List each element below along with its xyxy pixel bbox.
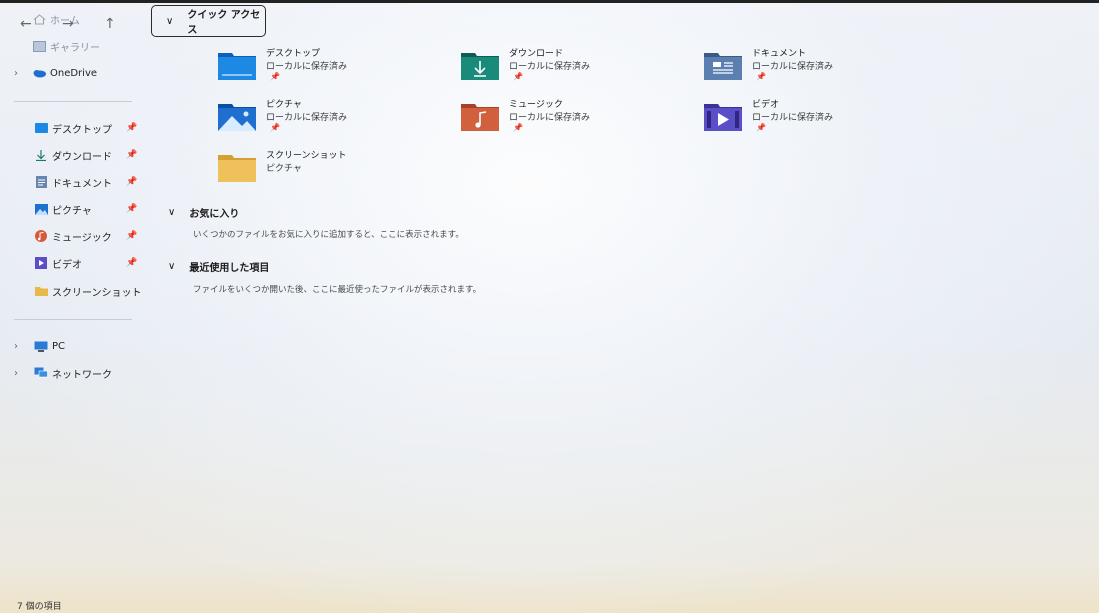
chevron-down-icon[interactable]: ∨	[168, 207, 175, 218]
item-name: スクリーンショット	[266, 151, 347, 161]
sidebar-item-desktop[interactable]: デスクトップ 📌	[34, 117, 137, 139]
sidebar-item-music[interactable]: ミュージック 📌	[34, 225, 137, 247]
status-item-count: 7 個の項目	[17, 602, 62, 612]
music-icon	[34, 230, 48, 242]
quick-access-item-music[interactable]: ミュージック ローカルに保存済み 📌	[461, 97, 681, 142]
item-name: ミュージック	[509, 100, 563, 110]
pin-icon[interactable]: 📌	[126, 150, 137, 160]
sidebar-item-network[interactable]: › ネットワーク	[14, 362, 112, 384]
recent-empty-message: ファイルをいくつか開いた後、ここに最近使ったファイルが表示されます。	[193, 285, 482, 295]
pin-icon: 📌	[756, 123, 766, 132]
pin-icon[interactable]: 📌	[126, 258, 137, 268]
chevron-right-icon[interactable]: ›	[14, 68, 18, 79]
documents-folder-icon	[704, 53, 742, 80]
chevron-down-icon[interactable]: ∨	[168, 261, 175, 272]
favorites-header[interactable]: ∨ お気に入り	[168, 205, 239, 220]
sidebar-item-label: ビデオ	[52, 259, 82, 271]
pin-icon[interactable]: 📌	[126, 204, 137, 214]
sidebar-item-label: デスクトップ	[52, 124, 112, 136]
sidebar-item-label: ネットワーク	[52, 369, 112, 381]
quick-access-header[interactable]: ∨ クイック アクセス	[151, 5, 266, 37]
sidebar-item-label: OneDrive	[50, 67, 98, 79]
pin-icon: 📌	[270, 72, 280, 81]
item-name: ドキュメント	[752, 49, 807, 59]
computer-icon	[34, 341, 48, 352]
favorites-empty-message: いくつかのファイルをお気に入りに追加すると、ここに表示されます。	[193, 230, 464, 240]
video-icon	[34, 257, 48, 269]
sidebar-item-onedrive[interactable]: › OneDrive	[14, 62, 97, 84]
document-icon	[34, 176, 48, 188]
sidebar-item-videos[interactable]: ビデオ 📌	[34, 252, 137, 274]
quick-access-item-screenshots[interactable]: スクリーンショット ピクチャ	[218, 148, 438, 193]
download-folder-icon	[461, 53, 499, 80]
sidebar-item-label: ドキュメント	[52, 178, 112, 190]
section-title: クイック アクセス	[187, 10, 261, 36]
quick-access-item-videos[interactable]: ビデオ ローカルに保存済み 📌	[704, 97, 924, 142]
quick-access-item-pictures[interactable]: ピクチャ ローカルに保存済み 📌	[218, 97, 438, 142]
item-location: ローカルに保存済み	[509, 113, 591, 123]
pin-icon: 📌	[270, 123, 280, 132]
network-icon	[34, 367, 48, 379]
file-explorer-window: ホーム ← → ↑ ギャラリー › OneDrive デスクトップ 📌 ダウンロ…	[0, 0, 1099, 613]
item-location: ローカルに保存済み	[752, 113, 834, 123]
gallery-icon	[32, 40, 46, 52]
item-name: ビデオ	[752, 100, 780, 110]
chevron-down-icon[interactable]: ∨	[166, 16, 173, 27]
item-location: ローカルに保存済み	[509, 62, 591, 72]
pictures-icon	[34, 203, 48, 215]
quick-access-item-downloads[interactable]: ダウンロード ローカルに保存済み 📌	[461, 46, 681, 91]
chevron-right-icon[interactable]: ›	[14, 341, 18, 352]
back-arrow-icon[interactable]: ←	[20, 16, 32, 32]
up-arrow-icon[interactable]: ↑	[104, 16, 116, 32]
item-name: ダウンロード	[509, 49, 564, 59]
forward-arrow-icon[interactable]: →	[62, 16, 74, 32]
desktop-folder-icon	[34, 123, 48, 134]
sidebar-item-label: ピクチャ	[52, 205, 92, 217]
pin-icon[interactable]: 📌	[126, 123, 137, 133]
sidebar-item-gallery[interactable]: ギャラリー	[32, 35, 100, 57]
cloud-icon	[32, 68, 46, 79]
folder-icon	[34, 286, 48, 297]
pictures-folder-icon	[218, 104, 256, 131]
videos-folder-icon	[704, 104, 742, 131]
sidebar-item-label: ミュージック	[52, 232, 112, 244]
recent-header[interactable]: ∨ 最近使用した項目	[168, 259, 269, 274]
pin-icon: 📌	[756, 72, 766, 81]
sidebar-item-label: PC	[52, 340, 66, 352]
navigation-pane: ホーム ← → ↑ ギャラリー › OneDrive デスクトップ 📌 ダウンロ…	[0, 0, 142, 600]
home-icon	[32, 13, 46, 25]
folder-icon	[218, 155, 256, 182]
pin-icon[interactable]: 📌	[126, 177, 137, 187]
pin-icon[interactable]: 📌	[126, 231, 137, 241]
sidebar-item-label: スクリーンショット	[52, 287, 142, 299]
download-icon	[34, 150, 48, 161]
sidebar-divider	[14, 101, 132, 102]
top-edge	[0, 0, 1099, 3]
item-location: ローカルに保存済み	[752, 62, 834, 72]
item-location: ピクチャ	[266, 164, 302, 174]
sidebar-divider	[14, 319, 132, 320]
item-name: ピクチャ	[266, 100, 302, 110]
item-name: デスクトップ	[266, 49, 321, 59]
music-folder-icon	[461, 104, 499, 131]
sidebar-item-documents[interactable]: ドキュメント 📌	[34, 171, 137, 193]
chevron-right-icon[interactable]: ›	[14, 368, 18, 379]
quick-access-item-desktop[interactable]: デスクトップ ローカルに保存済み 📌	[218, 46, 438, 91]
section-title: お気に入り	[189, 209, 240, 220]
desktop-folder-icon	[218, 53, 256, 80]
sidebar-item-pictures[interactable]: ピクチャ 📌	[34, 198, 137, 220]
sidebar-item-screenshots[interactable]: スクリーンショット	[34, 280, 142, 302]
sidebar-item-downloads[interactable]: ダウンロード 📌	[34, 144, 137, 166]
pin-icon: 📌	[513, 72, 523, 81]
sidebar-item-label: ダウンロード	[52, 151, 112, 163]
sidebar-item-pc[interactable]: › PC	[14, 335, 65, 357]
item-location: ローカルに保存済み	[266, 62, 348, 72]
item-location: ローカルに保存済み	[266, 113, 348, 123]
pin-icon: 📌	[513, 123, 523, 132]
quick-access-item-documents[interactable]: ドキュメント ローカルに保存済み 📌	[704, 46, 924, 91]
sidebar-item-label: ギャラリー	[50, 42, 100, 54]
section-title: 最近使用した項目	[189, 263, 270, 274]
